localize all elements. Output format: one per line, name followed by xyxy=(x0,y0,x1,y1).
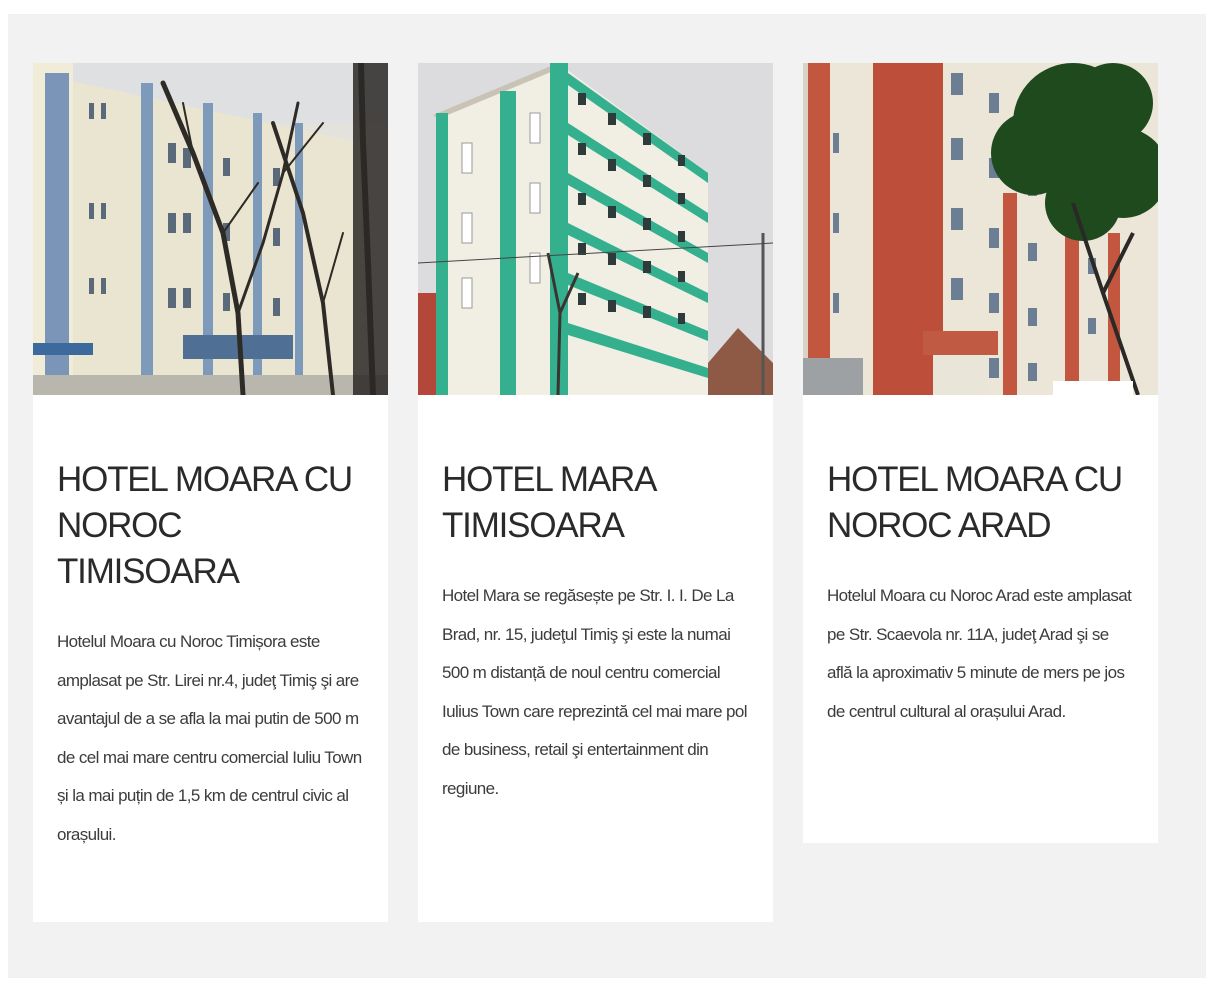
title-line-2: TIMISOARA xyxy=(442,506,625,545)
hotel-title[interactable]: HOTEL MOARA CU NOROC ARAD xyxy=(827,457,1134,549)
title-line-2: NOROC TIMISOARA xyxy=(57,506,240,591)
hotel-description: Hotelul Moara cu Noroc Timișora este amp… xyxy=(57,632,362,844)
hotel-card[interactable]: HOTEL MARA TIMISOARA Hotel Mara se regăse… xyxy=(418,63,773,922)
hotels-section: HOTEL MOARA CU NOROC TIMISOARA Hotelul Mo… xyxy=(8,14,1206,978)
card-body: HOTEL MOARA CU NOROC TIMISOARA Hotelul Mo… xyxy=(33,395,388,854)
hotel-photo[interactable] xyxy=(33,63,388,395)
hotel-title[interactable]: HOTEL MARA TIMISOARA xyxy=(442,457,749,549)
hotel-photo[interactable] xyxy=(803,63,1158,395)
card-body: HOTEL MARA TIMISOARA Hotel Mara se regăse… xyxy=(418,395,773,808)
title-line-1: HOTEL MOARA CU xyxy=(827,460,1123,499)
hotel-card[interactable]: HOTEL MOARA CU NOROC TIMISOARA Hotelul Mo… xyxy=(33,63,388,922)
hotel-title[interactable]: HOTEL MOARA CU NOROC TIMISOARA xyxy=(57,457,364,595)
card-body: HOTEL MOARA CU NOROC ARAD Hotelul Moara c… xyxy=(803,395,1158,731)
hotel-photo[interactable] xyxy=(418,63,773,395)
hotel-card[interactable]: HOTEL MOARA CU NOROC ARAD Hotelul Moara c… xyxy=(803,63,1158,843)
hotel-description: Hotelul Moara cu Noroc Arad este amplasa… xyxy=(827,586,1132,721)
hotel-description: Hotel Mara se regăsește pe Str. I. I. De… xyxy=(442,586,748,798)
title-line-2: NOROC ARAD xyxy=(827,506,1052,545)
title-line-1: HOTEL MARA xyxy=(442,460,657,499)
title-line-1: HOTEL MOARA CU xyxy=(57,460,353,499)
